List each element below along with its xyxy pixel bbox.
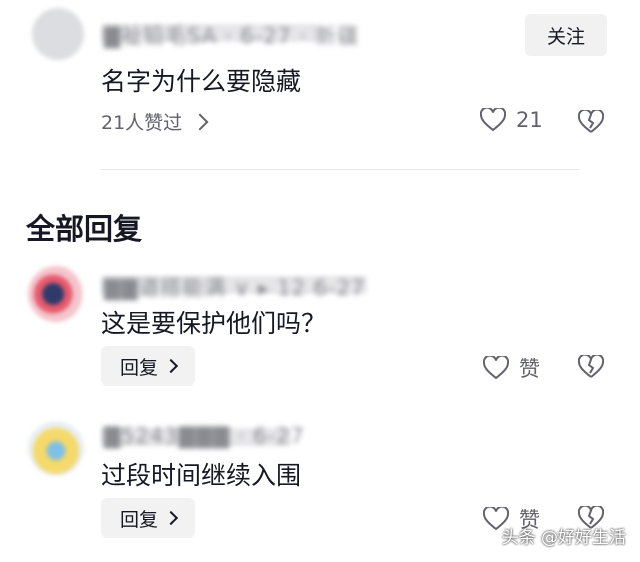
heart-outline-icon: [480, 108, 506, 132]
reply-text: 过段时间继续入围: [101, 461, 302, 490]
commenter-avatar[interactable]: [32, 8, 84, 60]
reply-button[interactable]: 回复: [101, 346, 195, 386]
reply-avatar[interactable]: [28, 420, 84, 476]
watermark: 头条 @好好生活: [501, 528, 626, 548]
reply-button[interactable]: 回复: [101, 498, 195, 538]
chevron-right-icon: [163, 358, 179, 374]
like-count: 21: [516, 108, 543, 132]
like-button[interactable]: 21: [480, 108, 543, 132]
comment-text: 名字为什么要隐藏: [101, 67, 302, 96]
like-label: 赞: [519, 357, 540, 381]
section-title: 全部回复: [26, 212, 143, 246]
divider: [101, 169, 579, 170]
reply-text: 这是要保护他们吗？: [101, 309, 327, 338]
broken-heart-icon[interactable]: [578, 110, 604, 134]
heart-outline-icon: [483, 356, 509, 380]
reply-button-label: 回复: [119, 356, 158, 379]
reply-username[interactable]: ▇▇道搭能满 ∨ ▸ 12 6-27: [104, 272, 365, 302]
chevron-right-icon: [191, 113, 209, 130]
liked-by-label: 21人赞过: [101, 112, 183, 134]
chevron-right-icon: [163, 510, 179, 526]
commenter-username[interactable]: ▇祉铅毛SA · 6-27 · 新疆: [104, 20, 359, 50]
like-button[interactable]: 赞: [483, 353, 540, 383]
reply-avatar[interactable]: [28, 266, 84, 322]
liked-by-link[interactable]: 21人赞过: [101, 108, 209, 135]
reply-username[interactable]: ▇5243▇▇▇ · 6-27: [104, 424, 305, 448]
broken-heart-icon[interactable]: [578, 355, 604, 379]
follow-button[interactable]: 关注: [525, 14, 607, 56]
reply-button-label: 回复: [119, 508, 158, 531]
